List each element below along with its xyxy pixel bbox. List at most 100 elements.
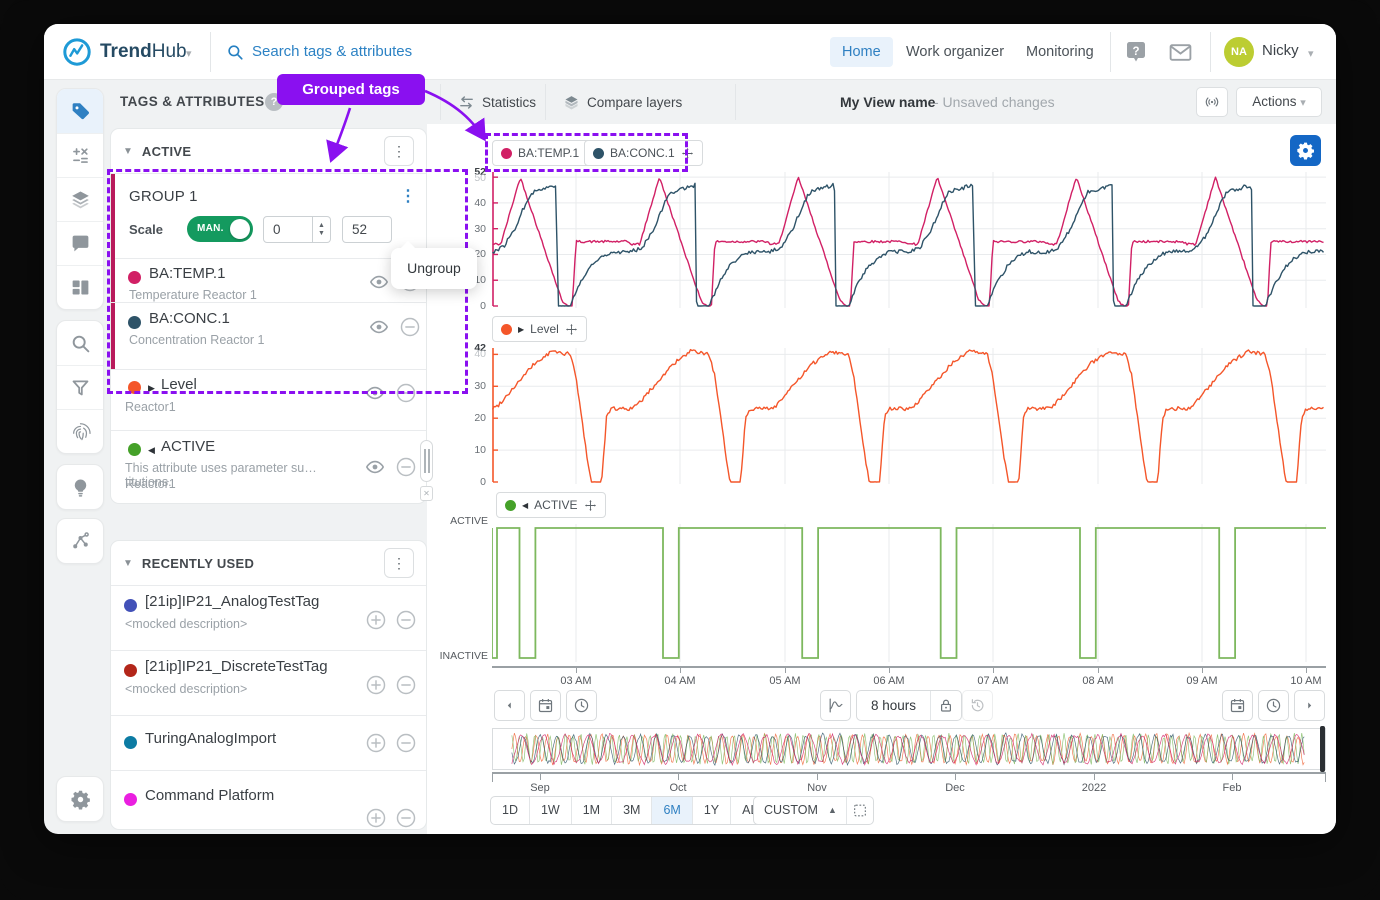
live-broadcast-button[interactable] [1196, 87, 1228, 117]
remove-minus-icon[interactable] [395, 674, 417, 696]
range-button-1d[interactable]: 1D [491, 797, 530, 824]
active-section-menu-button[interactable]: ⋮ [384, 136, 414, 166]
pan-left-button[interactable] [494, 690, 525, 721]
chart-settings-gear-button[interactable] [1290, 135, 1321, 166]
legend-chip-conc[interactable]: BA:CONC.1 [584, 140, 703, 166]
range-button-1m[interactable]: 1M [572, 797, 612, 824]
add-plus-icon[interactable] [365, 674, 387, 696]
remove-minus-icon[interactable] [395, 609, 417, 631]
help-icon[interactable]: ? [1124, 40, 1148, 64]
recent-row-command[interactable]: Command Platform [111, 771, 426, 829]
chart-style-button[interactable] [820, 690, 851, 721]
scale-stepper[interactable]: ▲▼ [313, 216, 331, 243]
context-timeline-axis: SepOctNovDec2022Feb [492, 772, 1326, 774]
trend-chart-temp-conc[interactable] [492, 170, 1326, 310]
remove-minus-icon[interactable] [395, 807, 417, 829]
sidebar-item-layers[interactable] [57, 177, 103, 221]
remove-minus-icon[interactable] [399, 316, 421, 338]
move-icon[interactable] [584, 499, 597, 512]
user-menu-chevron-icon[interactable]: ▾ [1308, 47, 1314, 60]
search-input[interactable]: Search tags & attributes [252, 43, 412, 60]
ungroup-menu-item[interactable]: Ungroup [391, 248, 477, 289]
remove-minus-icon[interactable] [395, 382, 417, 404]
tag-color-dot [128, 271, 141, 284]
range-button-1y[interactable]: 1Y [693, 797, 731, 824]
scale-mode-toggle[interactable]: MAN. [187, 216, 253, 242]
scale-max-input[interactable]: 52 [342, 216, 392, 243]
visibility-eye-icon[interactable] [369, 317, 389, 337]
sidebar-item-calculations[interactable] [57, 133, 103, 177]
group-menu-button[interactable]: ⋮ [395, 184, 421, 210]
collapse-chevron-icon[interactable]: ▼ [123, 558, 133, 569]
recent-row-analog[interactable]: [21ip]IP21_AnalogTestTag <mocked descrip… [111, 586, 426, 650]
end-time-button[interactable] [1258, 690, 1289, 721]
sidebar-item-search[interactable] [57, 321, 103, 365]
start-calendar-button[interactable] [530, 690, 561, 721]
recent-row-discrete[interactable]: [21ip]IP21_DiscreteTestTag <mocked descr… [111, 651, 426, 715]
sidebar-item-fingerprint[interactable] [57, 409, 103, 453]
tag-row-level[interactable]: ▶ Level Reactor1 [111, 370, 426, 430]
panel-resize-handle[interactable] [420, 440, 433, 482]
sidebar-item-recommendations[interactable] [57, 465, 103, 509]
snapshot-icon-button[interactable] [846, 797, 873, 824]
panel-collapse-button[interactable]: ✕ [420, 486, 433, 501]
remove-minus-icon[interactable] [395, 732, 417, 754]
legend-chip-active[interactable]: ◀ ACTIVE [496, 492, 606, 518]
range-button-6m[interactable]: 6M [652, 797, 692, 824]
compare-layers-button[interactable]: Compare layers [563, 88, 682, 116]
trend-chart-level[interactable] [492, 346, 1326, 486]
visibility-eye-icon[interactable] [365, 383, 385, 403]
context-scrub-handle[interactable] [1320, 726, 1325, 772]
actions-button[interactable]: Actions ▾ [1236, 87, 1322, 117]
magnifier-icon [70, 333, 91, 354]
tag-description: <mocked description> [125, 617, 247, 631]
sidebar-item-settings[interactable] [57, 777, 103, 821]
move-icon[interactable] [681, 147, 694, 160]
start-time-button[interactable] [566, 690, 597, 721]
mail-icon[interactable] [1168, 40, 1193, 65]
nav-monitoring[interactable]: Monitoring [1014, 37, 1106, 67]
add-plus-icon[interactable] [365, 609, 387, 631]
tag-row-active[interactable]: ◀ ACTIVE This attribute uses parameter s… [111, 431, 426, 503]
visibility-eye-icon[interactable] [365, 457, 385, 477]
scale-min-input[interactable]: 0 [263, 216, 313, 243]
custom-collapse-chevron-icon[interactable]: ▲ [828, 797, 846, 824]
user-avatar[interactable]: NA [1224, 37, 1254, 67]
end-calendar-button[interactable] [1222, 690, 1253, 721]
duration-button[interactable]: 8 hours [857, 691, 930, 720]
range-button-1w[interactable]: 1W [530, 797, 572, 824]
sidebar-item-comments[interactable] [57, 221, 103, 265]
visibility-eye-icon[interactable] [369, 272, 389, 292]
recent-row-turing[interactable]: TuringAnalogImport [111, 716, 426, 770]
range-button-3m[interactable]: 3M [612, 797, 652, 824]
app-header: TrendHub ▾ Search tags & attributes Home… [44, 24, 1336, 80]
sidebar-item-dashboards[interactable] [57, 265, 103, 309]
sidebar-item-connections[interactable] [57, 519, 103, 563]
collapse-chevron-icon[interactable]: ▼ [123, 146, 133, 157]
add-plus-icon[interactable] [365, 732, 387, 754]
user-name[interactable]: Nicky [1262, 42, 1299, 59]
sidebar-item-filter[interactable] [57, 365, 103, 409]
shift-arrow-icon: ▶ [518, 325, 524, 334]
legend-chip-level[interactable]: ▶ Level [492, 316, 587, 342]
move-icon[interactable] [565, 323, 578, 336]
active-section-header: ▼ ACTIVE ⋮ [111, 129, 426, 173]
nav-work-organizer[interactable]: Work organizer [894, 37, 1016, 67]
nav-home[interactable]: Home [830, 37, 893, 67]
lock-icon[interactable] [930, 691, 961, 720]
app-switcher-chevron-icon[interactable]: ▾ [186, 47, 192, 60]
add-plus-icon[interactable] [365, 807, 387, 829]
pan-right-button[interactable] [1294, 690, 1325, 721]
remove-minus-icon[interactable] [395, 456, 417, 478]
recently-used-menu-button[interactable]: ⋮ [384, 548, 414, 578]
tag-name: Command Platform [145, 787, 274, 804]
tag-row-conc[interactable]: BA:CONC.1 Concentration Reactor 1 [115, 305, 426, 367]
statistics-button[interactable]: Statistics [458, 88, 536, 116]
sidebar-item-tags[interactable] [57, 89, 103, 133]
trend-chart-active[interactable] [492, 522, 1326, 664]
history-button[interactable] [962, 690, 993, 721]
custom-range-button[interactable]: CUSTOM [754, 797, 828, 824]
context-overview-strip[interactable] [492, 728, 1326, 770]
rail-group-search [56, 320, 104, 454]
state-label-active: ACTIVE [432, 515, 488, 527]
